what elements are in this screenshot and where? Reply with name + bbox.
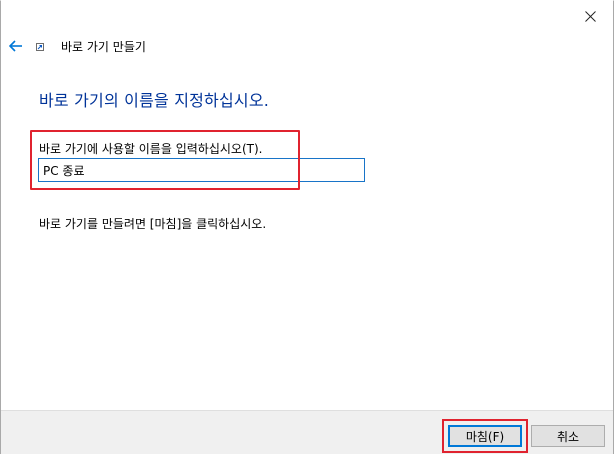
- shortcut-icon: [36, 43, 44, 51]
- finish-button[interactable]: 마침(F): [448, 425, 522, 447]
- name-field-label: 바로 가기에 사용할 이름을 입력하십시오(T).: [39, 142, 263, 156]
- dialog-footer: 마침(F) 취소: [1, 410, 613, 454]
- cancel-button[interactable]: 취소: [531, 425, 605, 447]
- shortcut-name-input[interactable]: [38, 158, 365, 182]
- create-shortcut-dialog: 바로 가기 만들기 바로 가기의 이름을 지정하십시오. 바로 가기에 사용할 …: [0, 0, 614, 454]
- page-heading: 바로 가기의 이름을 지정하십시오.: [39, 91, 270, 110]
- close-button[interactable]: [567, 1, 613, 31]
- finish-instruction: 바로 가기를 만들려면 [마침]을 클릭하십시오.: [39, 217, 267, 231]
- wizard-header: 바로 가기 만들기: [1, 33, 613, 61]
- back-arrow-icon: [9, 40, 22, 52]
- close-icon: [584, 10, 596, 22]
- window-title: 바로 가기 만들기: [61, 40, 146, 54]
- back-button[interactable]: [7, 37, 25, 55]
